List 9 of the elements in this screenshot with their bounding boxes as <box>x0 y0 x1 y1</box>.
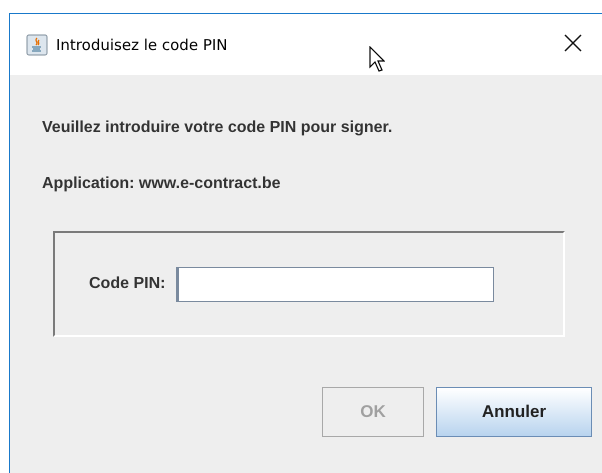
mouse-cursor-icon <box>369 46 385 72</box>
close-icon[interactable] <box>563 33 583 53</box>
pin-label: Code PIN: <box>89 275 166 293</box>
cancel-button[interactable]: Annuler <box>436 387 592 437</box>
pin-input-field[interactable] <box>176 266 494 302</box>
application-text: Application: www.e-contract.be <box>42 175 282 193</box>
message-text: Veuillez introduire votre code PIN pour signer. <box>42 119 394 137</box>
java-app-icon <box>26 34 48 56</box>
window-title: Introduisez le code PIN <box>56 36 228 54</box>
